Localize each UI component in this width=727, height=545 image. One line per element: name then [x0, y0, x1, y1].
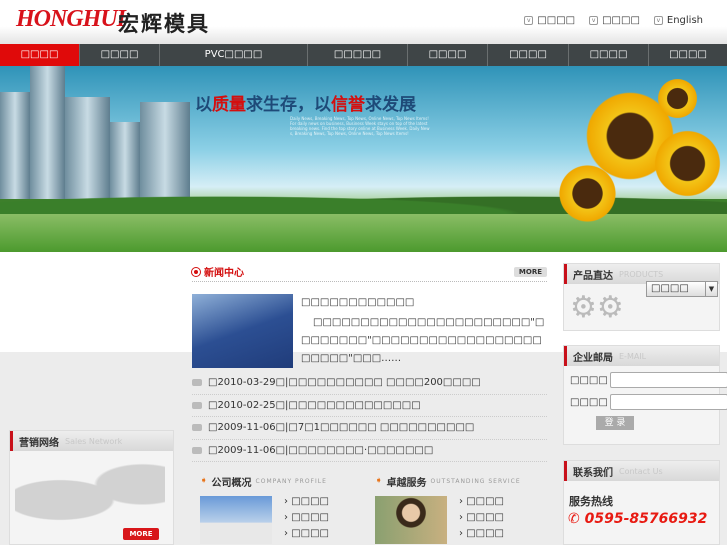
hotline-phone: ✆ 0595-85766932: [568, 511, 719, 527]
play-bullet-icon: [192, 379, 202, 387]
news-section: 新闻中心 MORE □□□□□□□□□□□□ □□□□□□□□□□□□□□□□□…: [192, 262, 547, 462]
contact-box: 联系我们 Contact Us 服务热线 ✆ 0595-85766932: [563, 460, 720, 545]
sunflower: [650, 126, 725, 201]
link-label: □□□□: [466, 512, 504, 523]
service-link[interactable]: › □□□□: [459, 512, 504, 528]
sales-title: 营销网络: [19, 437, 59, 449]
service-link[interactable]: › □□□□: [459, 496, 504, 512]
link-label: □□□□: [466, 496, 504, 507]
news-item-text: □2009-11-06□|□7□1□□□□□□ □□□□□□□□□□: [208, 422, 475, 434]
gear-icon: ⚙⚙: [570, 290, 624, 325]
top-link-2[interactable]: v □□□□: [589, 15, 640, 26]
nav-item-4[interactable]: □□□□□: [308, 44, 408, 66]
username-label: □□□□: [570, 374, 608, 386]
company-profile-section: ➧ 公司概况 COMPANY PROFILE › □□□□ › □□□□ › □□□…: [200, 472, 370, 544]
company-link[interactable]: › □□□□: [284, 512, 329, 528]
login-button[interactable]: 登 录: [596, 416, 634, 430]
news-more-button[interactable]: MORE: [513, 266, 547, 277]
top-link-label: □□□□: [537, 15, 576, 26]
nav-item-5[interactable]: □□□□: [408, 44, 488, 66]
news-item[interactable]: □2009-11-06□|□7□1□□□□□□ □□□□□□□□□□: [192, 417, 547, 440]
play-bullet-icon: [192, 446, 202, 454]
news-item-text: □2010-03-29□|□□□□□□□□□□ □□□□200□□□□: [208, 377, 481, 389]
phone-number: 0595-85766932: [584, 511, 708, 527]
building: [30, 66, 65, 202]
products-box: 产品直达 PRODUCTS ⚙⚙ □□□□ ▼: [563, 263, 720, 331]
logo-cn: 宏辉模具: [118, 12, 210, 36]
link-label: □□□□: [291, 512, 329, 523]
checkbox-icon: v: [524, 16, 534, 25]
featured-news-body: □□□□□□□□□□□□□□□□□□□□□□□"□□□□□□□□"□□□□□□□…: [301, 317, 545, 364]
hotline-label: 服务热线: [569, 495, 613, 508]
top-link-english[interactable]: v English: [653, 15, 703, 26]
link-label: □□□□: [466, 528, 504, 539]
company-link[interactable]: › □□□□: [284, 496, 329, 512]
nav-item-8[interactable]: □□□□: [649, 44, 727, 66]
banner: 以质量求生存，以信誉求发展 Daily News, Breaking News,…: [0, 66, 727, 252]
email-sub: E-MAIL: [619, 351, 647, 361]
email-title: 企业邮局: [573, 352, 613, 364]
arrow-icon: ➧: [200, 476, 208, 486]
link-label: □□□□: [291, 528, 329, 539]
news-item-text: □2010-02-25□|□□□□□□□□□□□□□□: [208, 399, 421, 411]
username-input[interactable]: [609, 372, 727, 388]
top-link-label: □□□□: [602, 15, 640, 26]
products-sub: PRODUCTS: [619, 269, 664, 279]
play-bullet-icon: [192, 401, 202, 409]
news-ship-image[interactable]: [192, 294, 293, 368]
company-sub: COMPANY PROFILE: [255, 477, 327, 485]
company-title: 公司概况: [211, 477, 252, 489]
sales-more-button[interactable]: MORE: [123, 528, 159, 540]
product-select[interactable]: □□□□ ▼: [646, 281, 718, 297]
phone-icon: ✆: [568, 511, 580, 527]
news-item[interactable]: □2010-02-25□|□□□□□□□□□□□□□□: [192, 395, 547, 417]
password-label: □□□□: [570, 396, 608, 408]
link-label: □□□□: [291, 496, 329, 507]
sales-sub: Sales Network: [65, 436, 123, 446]
sunflower: [555, 161, 620, 226]
password-input[interactable]: [609, 394, 727, 410]
sunflower: [655, 76, 700, 121]
header: HONGHUI 宏辉模具 v □□□□ v □□□□ v English: [0, 0, 727, 44]
service-sub: OUTSTANDING SERVICE: [430, 477, 521, 485]
service-image[interactable]: [375, 496, 447, 544]
play-bullet-icon: [192, 424, 202, 432]
email-box: 企业邮局 E-MAIL □□□□ □□□□ 登 录: [563, 345, 727, 445]
checkbox-icon: v: [589, 16, 599, 25]
nav-item-6[interactable]: □□□□: [488, 44, 569, 66]
banner-small-text: Daily News, Breaking News, Top News, Onl…: [290, 116, 430, 136]
logo[interactable]: HONGHUI: [16, 6, 126, 33]
arrow-icon: ➧: [375, 476, 383, 486]
contact-sub: Contact Us: [619, 466, 663, 476]
nav-item-7[interactable]: □□□□: [569, 44, 649, 66]
select-value: □□□□: [651, 283, 689, 294]
company-link[interactable]: › □□□□: [284, 528, 329, 544]
company-image[interactable]: [200, 496, 272, 544]
nav-item-2[interactable]: □□□□: [80, 44, 160, 66]
news-item-text: □2009-11-06□|□□□□□□□□·□□□□□□□: [208, 444, 434, 456]
service-section: ➧ 卓越服务 OUTSTANDING SERVICE › □□□□ › □□□□ ›…: [375, 472, 545, 544]
featured-news-title[interactable]: □□□□□□□□□□□□: [301, 297, 547, 308]
service-link[interactable]: › □□□□: [459, 528, 504, 544]
nav-item-home[interactable]: □□□□: [0, 44, 80, 66]
products-title: 产品直达: [573, 270, 613, 282]
news-item[interactable]: □2010-03-29□|□□□□□□□□□□ □□□□200□□□□: [192, 372, 547, 395]
banner-slogan: 以质量求生存，以信誉求发展: [195, 95, 416, 115]
top-link-label: English: [666, 15, 703, 26]
nav-item-pvc[interactable]: PVC□□□□: [160, 44, 308, 66]
checkbox-icon: v: [653, 16, 663, 25]
news-item[interactable]: □2009-11-06□|□□□□□□□□·□□□□□□□: [192, 440, 547, 462]
service-title: 卓越服务: [386, 477, 427, 489]
sales-network-box: 营销网络 Sales Network MORE: [9, 430, 174, 545]
chevron-down-icon: ▼: [705, 282, 717, 296]
main-nav: □□□□ □□□□ PVC□□□□ □□□□□ □□□□ □□□□ □□□□ □…: [0, 44, 727, 66]
news-title: 新闻中心: [204, 268, 244, 279]
top-link-1[interactable]: v □□□□: [524, 15, 575, 26]
contact-title: 联系我们: [573, 467, 613, 479]
bullet-icon: [192, 267, 200, 276]
